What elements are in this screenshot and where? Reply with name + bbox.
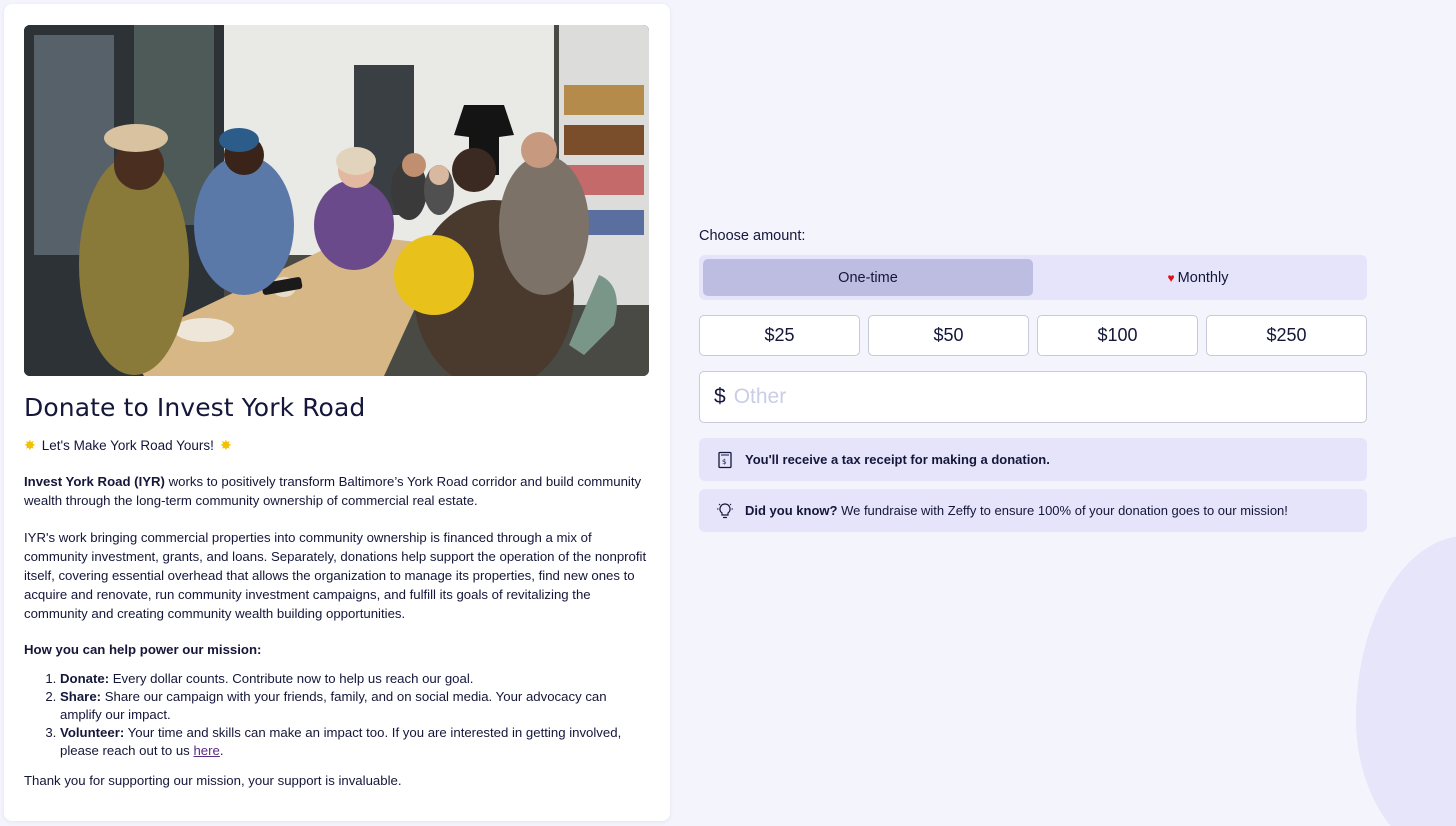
one-time-label: One-time	[838, 269, 898, 286]
list-item: Share: Share our campaign with your frie…	[60, 688, 651, 724]
intro-org-name: Invest York Road (IYR)	[24, 474, 165, 489]
tagline-text: Let's Make York Road Yours!	[41, 438, 214, 453]
frequency-toggle: One-time ♥ Monthly	[699, 255, 1367, 300]
help-heading: How you can help power our mission:	[24, 642, 262, 657]
svg-text:$: $	[722, 458, 726, 466]
did-you-know-label: Did you know?	[745, 503, 838, 518]
list-item-label: Donate:	[60, 671, 110, 686]
amount-100-button[interactable]: $100	[1037, 315, 1198, 356]
list-item-text: Every dollar counts. Contribute now to h…	[109, 671, 474, 686]
monthly-tab[interactable]: ♥ Monthly	[1033, 259, 1363, 296]
sparkle-star-icon: ✸	[24, 437, 36, 453]
currency-symbol: $	[714, 385, 726, 408]
did-you-know-text: Did you know? We fundraise with Zeffy to…	[745, 503, 1288, 518]
list-item-text: Your time and skills can make an impact …	[60, 725, 622, 758]
did-you-know-body: We fundraise with Zeffy to ensure 100% o…	[837, 503, 1288, 518]
heart-icon: ♥	[1167, 270, 1175, 285]
list-item-punctuation: .	[219, 743, 224, 758]
list-item: Volunteer: Your time and skills can make…	[60, 724, 651, 760]
hero-photo	[24, 25, 649, 376]
list-item: Donate: Every dollar counts. Contribute …	[60, 670, 651, 688]
other-amount-input[interactable]	[733, 385, 1294, 409]
intro-paragraph: Invest York Road (IYR) works to positive…	[24, 472, 651, 510]
help-list: Donate: Every dollar counts. Contribute …	[24, 670, 651, 760]
tax-receipt-text: You'll receive a tax receipt for making …	[745, 452, 1050, 467]
one-time-tab[interactable]: One-time	[703, 259, 1033, 296]
receipt-icon: $	[715, 450, 735, 470]
page-title: Donate to Invest York Road	[24, 393, 366, 422]
list-item-label: Volunteer:	[60, 725, 125, 740]
monthly-label: Monthly	[1177, 269, 1229, 286]
list-item-text: Share our campaign with your friends, fa…	[60, 689, 607, 722]
amount-250-button[interactable]: $250	[1206, 315, 1367, 356]
financing-paragraph: IYR's work bringing commercial propertie…	[24, 530, 647, 621]
list-item-label: Share:	[60, 689, 102, 704]
choose-amount-label: Choose amount:	[699, 228, 806, 244]
amount-25-button[interactable]: $25	[699, 315, 860, 356]
tax-receipt-notice: $ You'll receive a tax receipt for makin…	[699, 438, 1367, 481]
tagline: ✸ Let's Make York Road Yours! ✸	[24, 437, 651, 454]
donation-form: Choose amount: One-time ♥ Monthly $25 $5…	[699, 228, 1367, 532]
did-you-know-notice: Did you know? We fundraise with Zeffy to…	[699, 489, 1367, 532]
amount-50-button[interactable]: $50	[868, 315, 1029, 356]
volunteer-contact-link[interactable]: here	[193, 743, 219, 758]
sparkle-star-icon: ✸	[219, 437, 232, 453]
campaign-card: Donate to Invest York Road ✸ Let's Make …	[4, 4, 670, 821]
thank-you-text: Thank you for supporting our mission, yo…	[24, 773, 402, 788]
lightbulb-icon	[715, 501, 735, 521]
amount-options: $25 $50 $100 $250	[699, 315, 1367, 356]
other-amount-field[interactable]: $	[699, 371, 1367, 423]
